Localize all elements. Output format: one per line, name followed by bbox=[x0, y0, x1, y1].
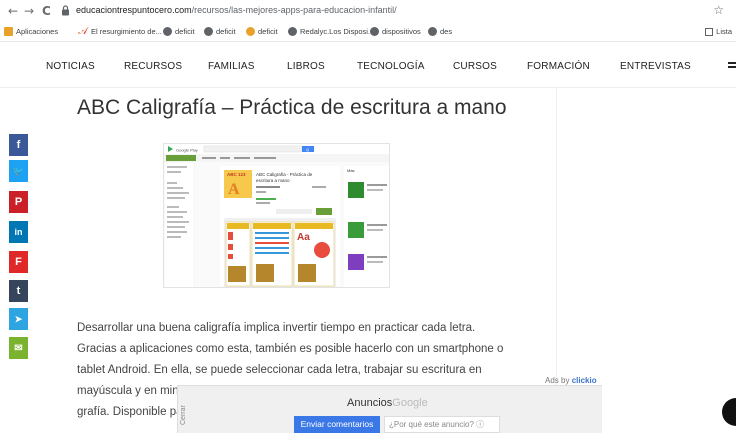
nav-entrevistas[interactable]: ENTREVISTAS bbox=[620, 61, 691, 72]
scroll-to-top-button[interactable] bbox=[722, 398, 736, 426]
email-icon: ✉ bbox=[14, 343, 23, 354]
bookmark-star-icon[interactable]: ☆ bbox=[713, 3, 724, 17]
more-apps-label: Más bbox=[347, 168, 355, 173]
send-feedback-button[interactable]: Enviar comentarios bbox=[294, 416, 380, 433]
share-tumblr[interactable]: t bbox=[9, 280, 28, 302]
paragraph-line: Desarrollar una buena caligrafía implica… bbox=[77, 322, 476, 334]
share-linkedin[interactable]: in bbox=[9, 221, 28, 243]
url-host: educaciontrespuntocero.com bbox=[76, 5, 192, 15]
ads-brand: clickio bbox=[571, 376, 597, 385]
svg-text:A: A bbox=[228, 181, 240, 198]
reading-list[interactable]: Lista bbox=[705, 27, 732, 36]
bookmark-item[interactable]: deficit bbox=[204, 27, 236, 36]
globe-icon bbox=[163, 27, 172, 36]
share-telegram[interactable]: ➤ bbox=[9, 308, 28, 330]
anuncios-label: Anuncios bbox=[347, 397, 393, 409]
forward-button[interactable]: → bbox=[24, 4, 34, 18]
paragraph-line: grafía. Disponible pa bbox=[77, 406, 183, 418]
bookmark-label: Redalyc.Los Disposi... bbox=[300, 27, 375, 36]
app-title-line1: ABC Caligrafía - Práctica de bbox=[256, 172, 313, 177]
share-twitter[interactable]: 🐦 bbox=[9, 160, 28, 182]
paragraph-line: mayúscula y en minú bbox=[77, 385, 186, 397]
menu-icon[interactable] bbox=[728, 62, 736, 70]
install-button bbox=[316, 208, 332, 215]
reload-button[interactable]: C bbox=[42, 4, 51, 18]
bookmark-item[interactable]: deficit bbox=[246, 27, 278, 36]
globe-icon bbox=[288, 27, 297, 36]
nav-noticias[interactable]: NOTICIAS bbox=[46, 61, 95, 72]
nav-familias[interactable]: FAMILIAS bbox=[208, 61, 255, 72]
bookmark-label: deficit bbox=[216, 27, 236, 36]
globe-icon bbox=[428, 27, 437, 36]
globe-icon bbox=[370, 27, 379, 36]
telegram-icon: ➤ bbox=[14, 314, 23, 324]
ads-by-text: Ads by bbox=[545, 376, 570, 385]
ads-by-label[interactable]: Ads by clickio bbox=[545, 376, 597, 385]
abc-app-icon-text: ABC 123 bbox=[227, 172, 246, 177]
bookmark-item[interactable]: des bbox=[428, 27, 452, 36]
ad-heading: AnunciosGoogle bbox=[347, 397, 428, 409]
screenshot-drawing: Google Play Q ABC 123 A ABC Caligrafía -… bbox=[164, 144, 389, 287]
bookmark-label: deficit bbox=[258, 27, 278, 36]
twitter-icon: 🐦 bbox=[12, 166, 25, 176]
share-email[interactable]: ✉ bbox=[9, 337, 28, 359]
feather-icon: 𝒜 bbox=[78, 26, 88, 37]
article-title: ABC Caligrafía – Práctica de escritura a… bbox=[77, 96, 507, 119]
globe-icon bbox=[204, 27, 213, 36]
app-title-line2: escritura a mano bbox=[256, 178, 290, 183]
bookmark-label: deficit bbox=[175, 27, 195, 36]
reading-list-label: Lista bbox=[716, 27, 732, 36]
bookmark-label: Aplicaciones bbox=[16, 27, 59, 36]
close-ad-button[interactable]: Cerrar bbox=[180, 400, 194, 430]
nav-libros[interactable]: LIBROS bbox=[287, 61, 325, 72]
share-facebook[interactable]: f bbox=[9, 134, 28, 156]
bookmark-label: des bbox=[440, 27, 453, 36]
bookmark-label: dispositivos bbox=[382, 27, 421, 36]
paragraph-line: tablet Android. En ella, se puede selecc… bbox=[77, 364, 482, 376]
apps-grid-icon bbox=[4, 27, 13, 36]
address-bar[interactable]: educaciontrespuntocero.com/recursos/las-… bbox=[76, 5, 397, 15]
why-this-ad-button[interactable]: ¿Por qué este anuncio? ⓘ bbox=[384, 416, 500, 433]
linkedin-icon: in bbox=[14, 227, 23, 237]
tumblr-icon: t bbox=[16, 285, 21, 297]
nav-formacion[interactable]: FORMACIÓN bbox=[527, 61, 590, 72]
site-nav: NOTICIAS RECURSOS FAMILIAS LIBROS TECNOL… bbox=[0, 42, 736, 88]
sun-icon bbox=[246, 27, 255, 36]
bookmark-item[interactable]: dispositivos bbox=[370, 27, 421, 36]
app-store-screenshot: Google Play Q ABC 123 A ABC Caligrafía -… bbox=[163, 143, 390, 288]
bookmark-item[interactable]: Redalyc.Los Disposi... bbox=[288, 27, 374, 36]
store-name: Google Play bbox=[176, 148, 198, 153]
google-label: Google bbox=[392, 397, 428, 409]
flipboard-icon: F bbox=[15, 256, 22, 268]
pinterest-icon: P bbox=[14, 196, 23, 208]
nav-cursos[interactable]: CURSOS bbox=[453, 61, 497, 72]
share-flipboard[interactable]: F bbox=[9, 251, 28, 273]
svg-text:Aa: Aa bbox=[297, 232, 310, 243]
url-path: /recursos/las-mejores-apps-para-educacio… bbox=[191, 5, 397, 15]
bookmarks-bar: Aplicaciones 𝒜 El resurgimiento de... de… bbox=[0, 22, 736, 42]
back-button[interactable]: ← bbox=[8, 4, 18, 18]
lock-icon bbox=[62, 5, 69, 16]
bookmark-item[interactable]: deficit bbox=[163, 27, 195, 36]
bookmark-label: El resurgimiento de... bbox=[91, 27, 162, 36]
store-search-button: Q bbox=[306, 147, 309, 152]
facebook-icon: f bbox=[16, 139, 21, 151]
nav-tecnologia[interactable]: TECNOLOGÍA bbox=[357, 61, 425, 72]
bookmark-item[interactable]: 𝒜 El resurgimiento de... bbox=[78, 26, 162, 37]
browser-toolbar: ← → C educaciontrespuntocero.com/recurso… bbox=[0, 0, 736, 22]
nav-recursos[interactable]: RECURSOS bbox=[124, 61, 182, 72]
share-pinterest[interactable]: P bbox=[9, 191, 28, 213]
list-icon bbox=[705, 27, 714, 36]
bookmark-apps[interactable]: Aplicaciones bbox=[4, 27, 58, 36]
paragraph-line: Gracias a aplicaciones como esta, tambié… bbox=[77, 343, 504, 355]
